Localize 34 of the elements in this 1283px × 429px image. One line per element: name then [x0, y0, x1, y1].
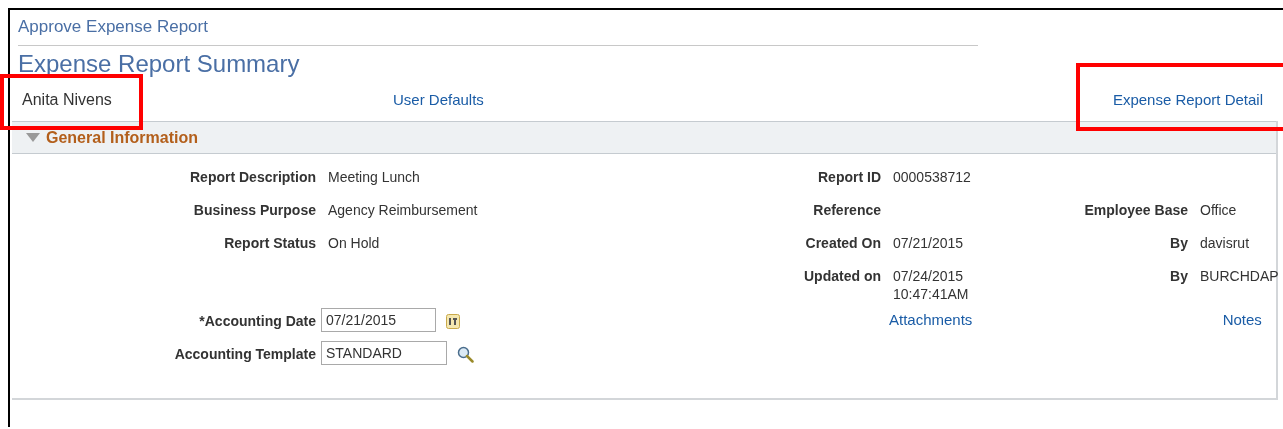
field-label: Report Description [189, 168, 316, 187]
field-value: BURCHDAP [1200, 268, 1279, 284]
field-value: Office [1200, 202, 1237, 218]
field-label: Updated on [803, 267, 881, 286]
field-value: 10:47:41AM [893, 285, 970, 304]
field-label: By [1169, 267, 1188, 286]
field-label: By [1169, 234, 1188, 253]
field-value: 07/24/2015 [893, 268, 964, 284]
field-value: On Hold [328, 235, 380, 251]
field-value: davisrut [1200, 235, 1250, 251]
breadcrumb: Approve Expense Report [18, 17, 208, 37]
calendar-icon[interactable] [446, 314, 460, 329]
detail-link[interactable]: Expense Report Detail [1112, 91, 1263, 108]
field-label: Accounting Template [173, 345, 316, 364]
field-label: Business Purpose [192, 201, 316, 220]
field-label: Report ID [817, 168, 881, 187]
date-field[interactable]: 07/21/2015 [321, 308, 436, 332]
field-value: Agency Reimbursement [328, 202, 478, 218]
field-label: *Accounting Date [198, 312, 316, 331]
field-value: Meeting Lunch [328, 169, 420, 185]
template-field[interactable]: STANDARD [321, 341, 447, 365]
notes-link[interactable]: Notes [1222, 311, 1262, 328]
attachments-link[interactable]: Attachments [889, 311, 973, 328]
field-value: 0000538712 [893, 169, 971, 185]
field-label: Report Status [223, 234, 316, 253]
field-value: 07/21/2015 [893, 235, 964, 251]
field-label: Created On [804, 234, 881, 253]
search-icon[interactable] [457, 346, 474, 363]
field-label: Reference [812, 201, 881, 220]
field-label: Employee Base [1083, 201, 1188, 220]
user-defaults-link[interactable]: User Defaults [393, 91, 484, 108]
section-title[interactable]: General Information [46, 128, 199, 147]
page-title: Expense Report Summary [18, 49, 300, 79]
employee-name: Anita Nivens [22, 91, 112, 108]
